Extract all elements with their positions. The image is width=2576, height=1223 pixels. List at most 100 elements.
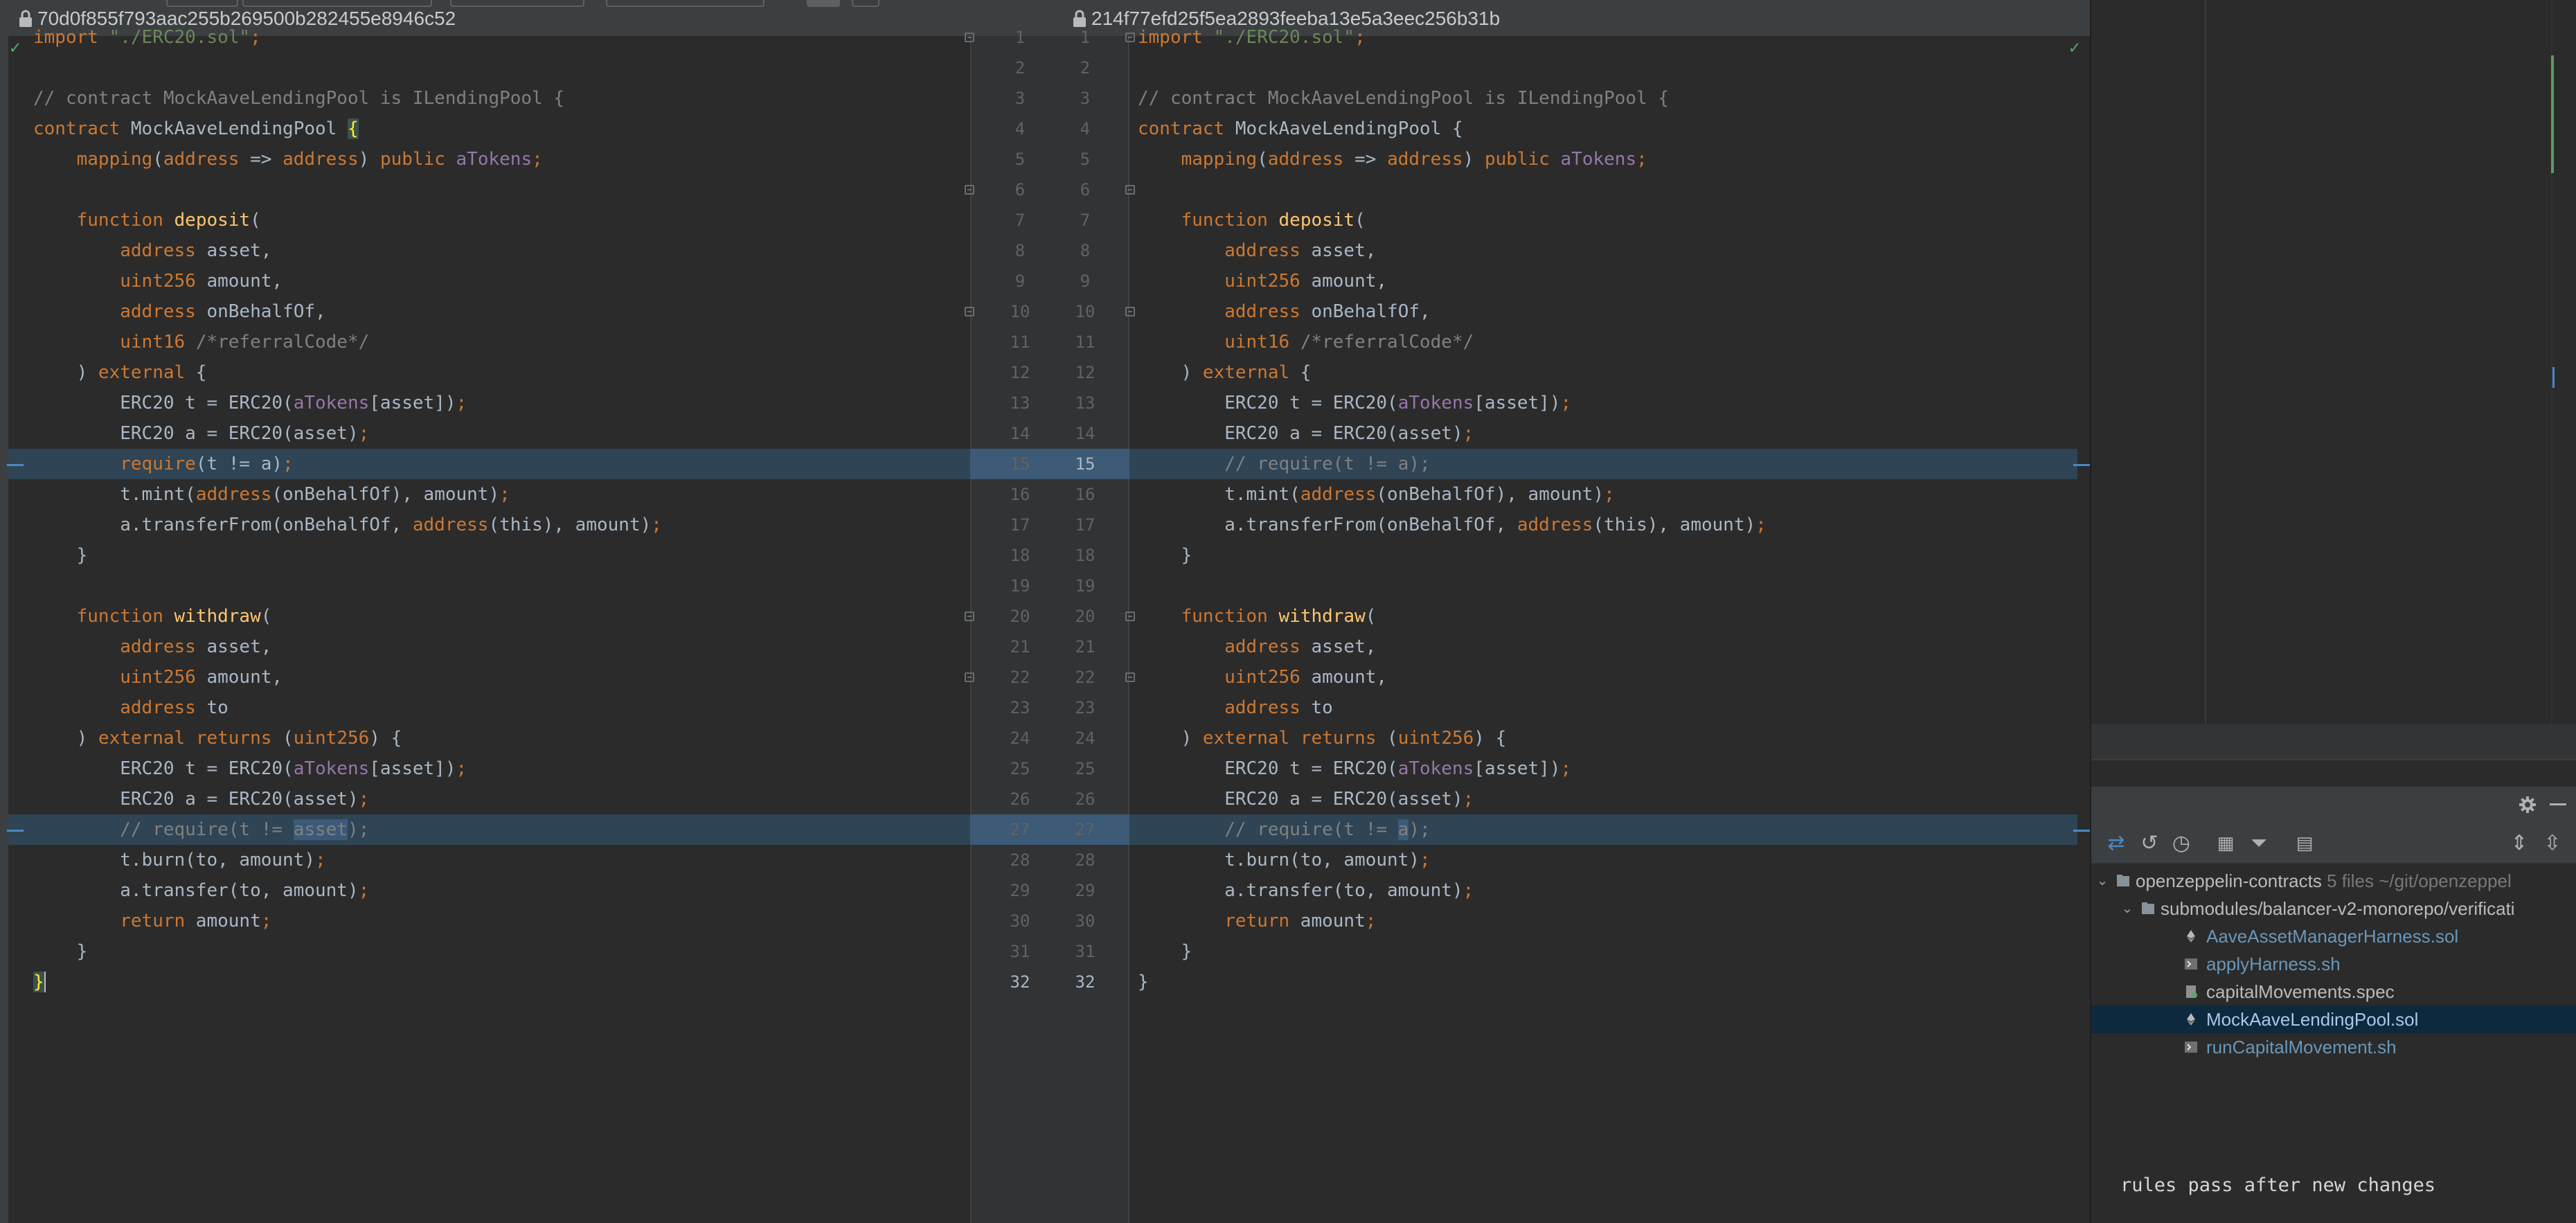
rollback-icon[interactable]: ↺ — [2137, 831, 2162, 856]
code-line[interactable]: // require(t != asset); — [8, 814, 970, 845]
code-line[interactable]: // require(t != a); — [1129, 449, 2090, 479]
fold-icon[interactable] — [1125, 307, 1135, 316]
code-line[interactable]: function withdraw( — [8, 601, 970, 632]
right-editor[interactable]: import "./ERC20.sol"; // contract MockAav… — [1129, 27, 2090, 1223]
code-line[interactable]: mapping(address => address) public aToke… — [1129, 144, 2090, 175]
code-line[interactable]: contract MockAaveLendingPool { — [1129, 114, 2090, 144]
filter-icon[interactable]: ⏷ — [2246, 831, 2271, 856]
code-line[interactable]: uint16 /*referralCode*/ — [8, 327, 970, 357]
history-icon[interactable]: ◷ — [2169, 831, 2194, 856]
code-line[interactable]: uint256 amount, — [1129, 266, 2090, 296]
diff-icon[interactable]: ⇄ — [2104, 831, 2129, 856]
fold-icon[interactable] — [1125, 612, 1135, 621]
toolbar-fragment[interactable] — [606, 0, 764, 7]
code-line[interactable]: function deposit( — [1129, 205, 2090, 235]
fold-icon[interactable] — [965, 307, 974, 316]
tree-root[interactable]: ⌄ openzeppelin-contracts 5 files ~/git/o… — [2091, 867, 2576, 895]
fold-icon[interactable] — [965, 672, 974, 682]
code-line[interactable]: import "./ERC20.sol"; — [1129, 22, 2090, 53]
group-by-icon[interactable]: ▦ — [2213, 831, 2238, 856]
code-line[interactable]: mapping(address => address) public aToke… — [8, 144, 970, 175]
code-line[interactable]: uint16 /*referralCode*/ — [1129, 327, 2090, 357]
code-line[interactable]: ERC20 a = ERC20(asset); — [8, 784, 970, 814]
changed-file-row[interactable]: capitalMovements.spec — [2091, 978, 2576, 1006]
code-line[interactable]: function deposit( — [8, 205, 970, 235]
code-line[interactable]: address onBehalfOf, — [1129, 296, 2090, 327]
code-line[interactable]: uint256 amount, — [1129, 662, 2090, 693]
code-line[interactable]: uint256 amount, — [8, 266, 970, 296]
code-line[interactable] — [8, 571, 970, 601]
code-line[interactable]: // contract MockAaveLendingPool is ILend… — [1129, 83, 2090, 114]
code-line[interactable]: require(t != a); — [8, 449, 970, 479]
commit-icon[interactable]: ▤ — [2292, 831, 2317, 856]
code-line[interactable]: t.mint(address(onBehalfOf), amount); — [1129, 479, 2090, 510]
left-editor[interactable]: import "./ERC20.sol"; // contract MockAav… — [8, 27, 970, 1223]
code-line[interactable]: a.transfer(to, amount); — [1129, 875, 2090, 906]
code-line[interactable]: t.burn(to, amount); — [1129, 845, 2090, 875]
code-line[interactable]: address to — [1129, 693, 2090, 723]
chevron-down-icon[interactable]: ⌄ — [2095, 867, 2109, 895]
code-line[interactable]: function withdraw( — [1129, 601, 2090, 632]
code-line[interactable]: address to — [8, 693, 970, 723]
code-line[interactable]: ERC20 a = ERC20(asset); — [1129, 784, 2090, 814]
toolbar-fragment[interactable] — [242, 0, 432, 7]
fold-icon[interactable] — [965, 612, 974, 621]
code-line[interactable]: } — [1129, 540, 2090, 571]
code-line[interactable]: } — [1129, 967, 2090, 997]
code-line[interactable]: ) external returns (uint256) { — [1129, 723, 2090, 753]
fold-icon[interactable] — [965, 33, 974, 42]
chevron-down-icon[interactable]: ⌄ — [2120, 895, 2134, 922]
code-line[interactable]: contract MockAaveLendingPool { — [8, 114, 970, 144]
code-line[interactable]: } — [8, 967, 970, 997]
code-line[interactable]: a.transferFrom(onBehalfOf, address(this)… — [8, 510, 970, 540]
commit-message[interactable]: rules pass after new changes — [2120, 1175, 2435, 1196]
code-line[interactable]: address asset, — [8, 235, 970, 266]
code-line[interactable] — [8, 175, 970, 205]
code-line[interactable]: // contract MockAaveLendingPool is ILend… — [8, 83, 970, 114]
code-line[interactable] — [8, 53, 970, 83]
changed-file-row[interactable]: MockAaveLendingPool.sol — [2091, 1006, 2576, 1033]
code-line[interactable]: return amount; — [8, 906, 970, 936]
minimize-icon[interactable] — [2550, 803, 2566, 805]
code-line[interactable]: ) external { — [8, 357, 970, 388]
code-line[interactable]: ERC20 t = ERC20(aTokens[asset]); — [8, 388, 970, 418]
fold-icon[interactable] — [1125, 185, 1135, 195]
code-line[interactable]: a.transferFrom(onBehalfOf, address(this)… — [1129, 510, 2090, 540]
toolbar-fragment[interactable] — [852, 0, 879, 7]
toolbar-fragment[interactable] — [450, 0, 584, 7]
code-line[interactable]: ) external { — [1129, 357, 2090, 388]
changed-file-row[interactable]: AaveAssetManagerHarness.sol — [2091, 922, 2576, 950]
toolbar-fragment[interactable] — [166, 0, 238, 7]
code-line[interactable]: ERC20 t = ERC20(aTokens[asset]); — [8, 753, 970, 784]
changed-file-row[interactable]: runCapitalMovement.sh — [2091, 1033, 2576, 1061]
code-line[interactable]: t.burn(to, amount); — [8, 845, 970, 875]
code-line[interactable]: } — [1129, 936, 2090, 967]
gear-icon[interactable] — [2518, 795, 2537, 814]
code-line[interactable]: } — [8, 936, 970, 967]
fold-icon[interactable] — [965, 185, 974, 195]
toolbar-fragment[interactable] — [807, 0, 840, 7]
code-line[interactable]: ERC20 a = ERC20(asset); — [8, 418, 970, 449]
fold-icon[interactable] — [1125, 672, 1135, 682]
code-line[interactable]: // require(t != a); — [1129, 814, 2090, 845]
code-line[interactable]: return amount; — [1129, 906, 2090, 936]
code-line[interactable]: uint256 amount, — [8, 662, 970, 693]
code-line[interactable]: } — [8, 540, 970, 571]
code-line[interactable]: address asset, — [8, 632, 970, 662]
code-line[interactable]: ERC20 t = ERC20(aTokens[asset]); — [1129, 388, 2090, 418]
code-line[interactable] — [1129, 175, 2090, 205]
code-line[interactable]: address asset, — [1129, 235, 2090, 266]
code-line[interactable]: address asset, — [1129, 632, 2090, 662]
collapse-all-icon[interactable]: ⇳ — [2540, 831, 2565, 856]
code-line[interactable]: t.mint(address(onBehalfOf), amount); — [8, 479, 970, 510]
code-line[interactable]: import "./ERC20.sol"; — [8, 22, 970, 53]
code-line[interactable] — [1129, 571, 2090, 601]
changed-file-row[interactable]: applyHarness.sh — [2091, 950, 2576, 978]
expand-all-icon[interactable]: ⇕ — [2507, 831, 2532, 856]
code-line[interactable]: ) external returns (uint256) { — [8, 723, 970, 753]
tree-folder[interactable]: ⌄ submodules/balancer-v2-monorepo/verifi… — [2091, 895, 2576, 922]
code-line[interactable] — [1129, 53, 2090, 83]
code-line[interactable]: ERC20 a = ERC20(asset); — [1129, 418, 2090, 449]
fold-icon[interactable] — [1125, 33, 1135, 42]
code-line[interactable]: ERC20 t = ERC20(aTokens[asset]); — [1129, 753, 2090, 784]
